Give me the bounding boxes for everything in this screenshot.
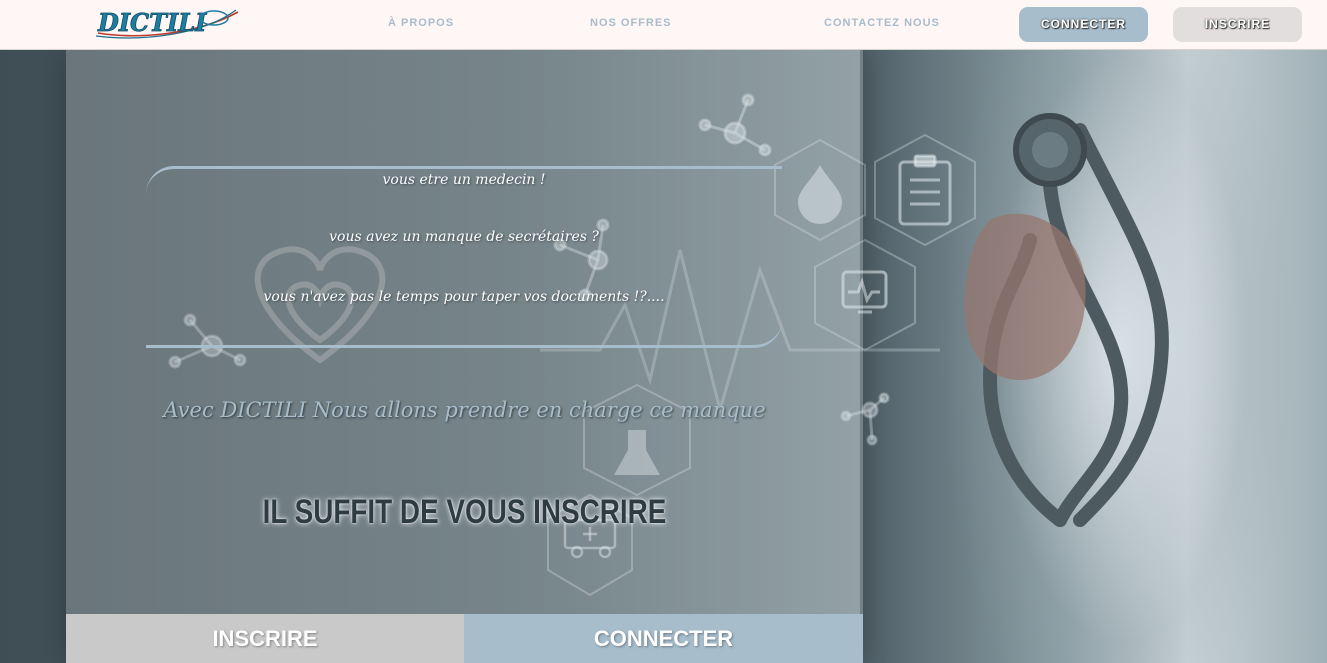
hero-tagline: Avec DICTILI Nous allons prendre en char… [163, 398, 766, 422]
quote-line-documents: vous n'avez pas le temps pour taper vos … [263, 289, 665, 305]
cta-title: IL SUFFIT DE VOUS INSCRIRE [262, 493, 667, 531]
top-navbar: DICTILI À PROPOS NOS OFFRES CONTACTEZ NO… [0, 0, 1327, 50]
quote-box: vous etre un medecin ! vous avez un manq… [146, 166, 782, 348]
quote-line-doctor: vous etre un medecin ! [382, 172, 546, 188]
connect-button[interactable]: CONNECTER [464, 614, 863, 663]
header-signup-button[interactable]: INSCRIRE [1173, 7, 1302, 42]
logo-text: DICTILI [97, 8, 207, 37]
hand-shape [964, 213, 1086, 380]
dictili-logo[interactable]: DICTILI [94, 6, 240, 40]
quote-line-secretaries: vous avez un manque de secrétaires ? [329, 229, 599, 245]
hexagon-shape [874, 133, 976, 247]
nav-link-contactez-nous[interactable]: CONTACTEZ NOUS [824, 17, 940, 29]
signup-button[interactable]: INSCRIRE [66, 614, 464, 663]
clipboard-icon [898, 154, 952, 226]
nav-link-nos-offres[interactable]: NOS OFFRES [590, 17, 672, 29]
hero-panel: vous etre un medecin ! vous avez un manq… [66, 50, 863, 663]
nav-link-a-propos[interactable]: À PROPOS [388, 17, 454, 29]
header-connect-button[interactable]: CONNECTER [1019, 7, 1148, 42]
logo-icon: DICTILI [95, 8, 239, 39]
